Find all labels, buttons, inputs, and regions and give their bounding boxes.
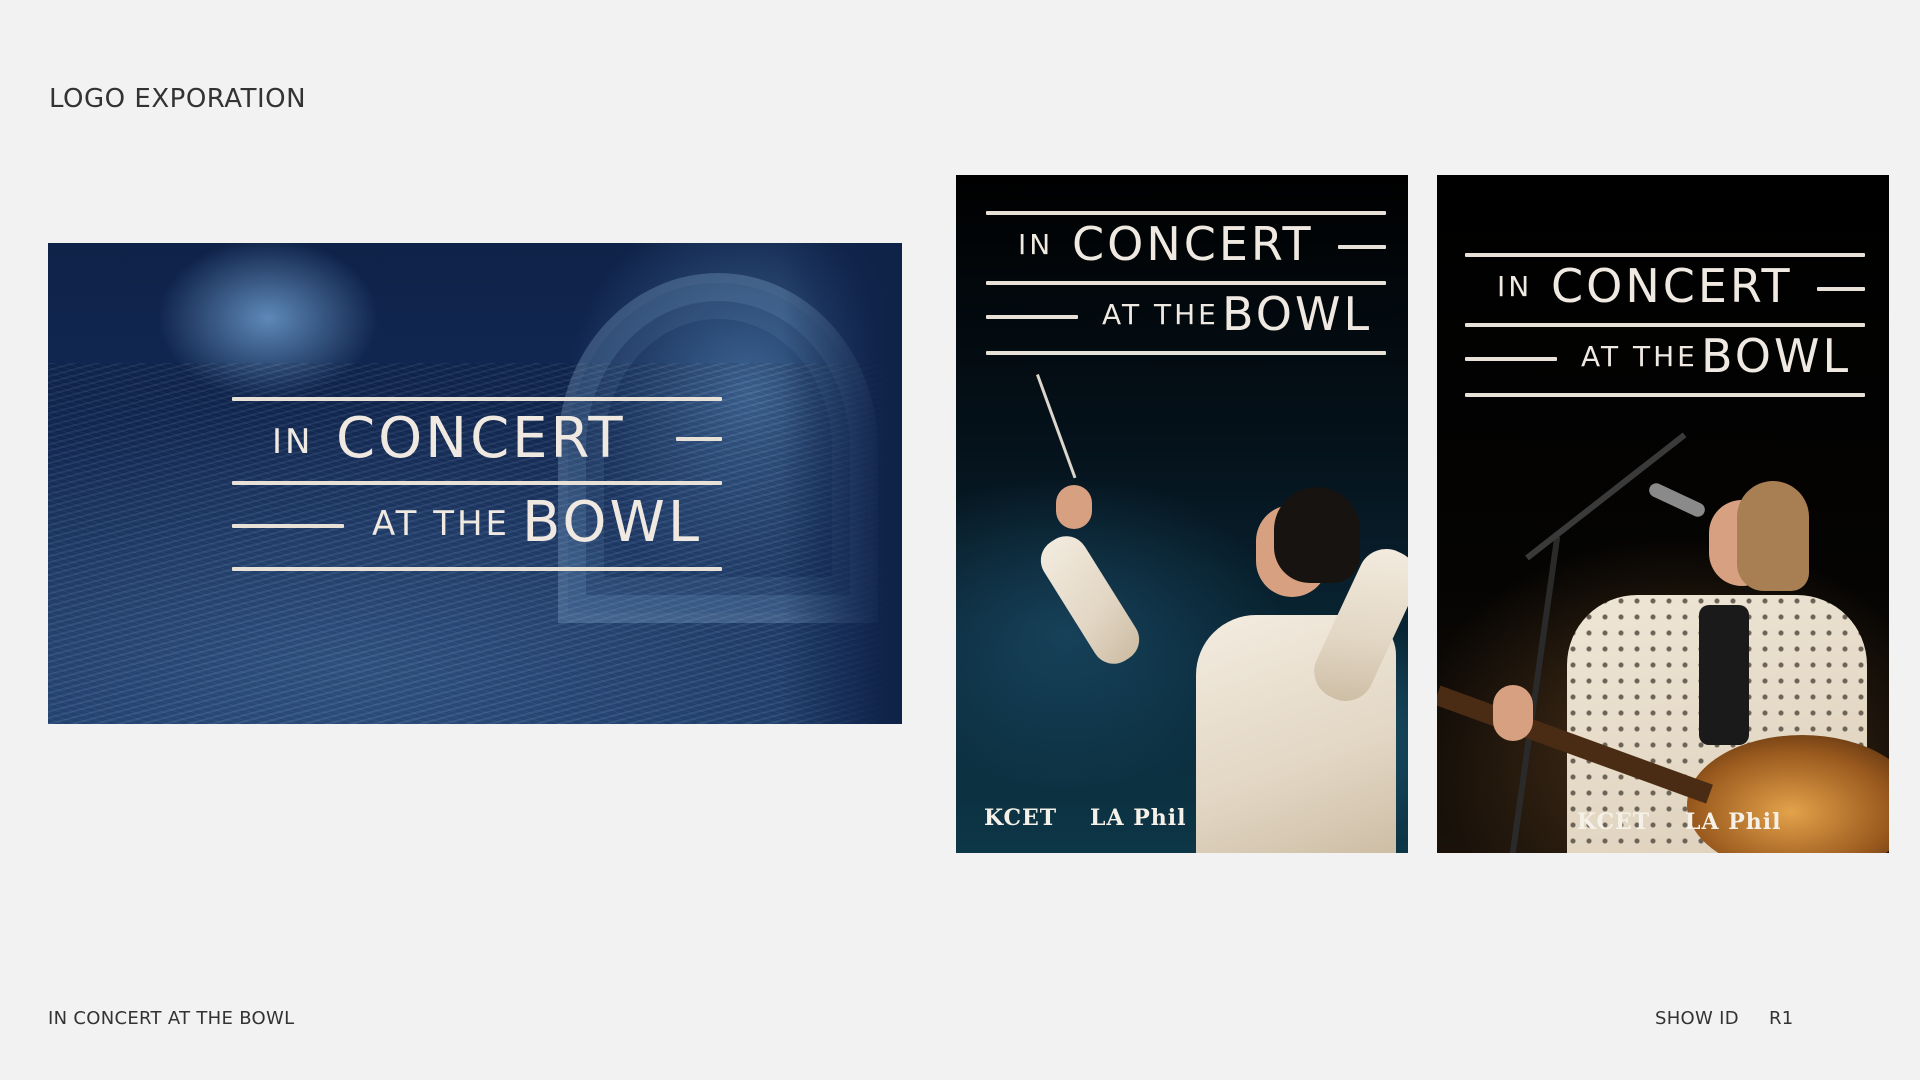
footer-project-title: IN CONCERT AT THE BOWL <box>48 1008 295 1029</box>
logo-word-at-the: AT THE <box>372 504 511 544</box>
laphil-logo: LA Phil <box>1090 805 1187 831</box>
laphil-logo: LA Phil <box>1685 809 1782 835</box>
singer-figure <box>1437 175 1889 853</box>
logo-rule-mid <box>232 481 722 485</box>
logo-rule-lower-left <box>232 524 344 528</box>
logo-word-in: IN <box>272 422 314 462</box>
kcet-logo: KCET <box>1577 809 1651 835</box>
poster-conductor: IN CONCERT AT THE BOWL KCET LA Phil <box>956 175 1408 853</box>
singer-hand <box>1493 685 1533 741</box>
poster-singer: IN CONCERT AT THE BOWL KCET LA Phil <box>1437 175 1889 853</box>
singer-hair <box>1737 481 1809 591</box>
microphone <box>1646 480 1708 520</box>
baton <box>1036 373 1077 479</box>
wide-banner-image: IN CONCERT AT THE BOWL <box>48 243 902 724</box>
conductor-hand <box>1056 485 1092 529</box>
conductor-raised-arm <box>1032 527 1148 673</box>
footer-section-label: SHOW ID <box>1655 1008 1739 1029</box>
logo-word-concert: CONCERT <box>336 406 626 471</box>
footer-revision: R1 <box>1769 1008 1794 1029</box>
logo-rule-top <box>232 397 722 401</box>
banner-fade <box>782 243 902 724</box>
logo-rule-mid-right <box>676 437 722 441</box>
page-title: LOGO EXPORATION <box>49 84 307 114</box>
singer-shirt <box>1699 605 1749 745</box>
logo-lockup: IN CONCERT AT THE BOWL <box>232 397 722 573</box>
logo-word-bowl: BOWL <box>522 490 703 555</box>
conductor-figure <box>956 175 1408 853</box>
logo-rule-bottom <box>232 567 722 571</box>
kcet-logo: KCET <box>984 805 1058 831</box>
conductor-hair <box>1274 487 1360 583</box>
